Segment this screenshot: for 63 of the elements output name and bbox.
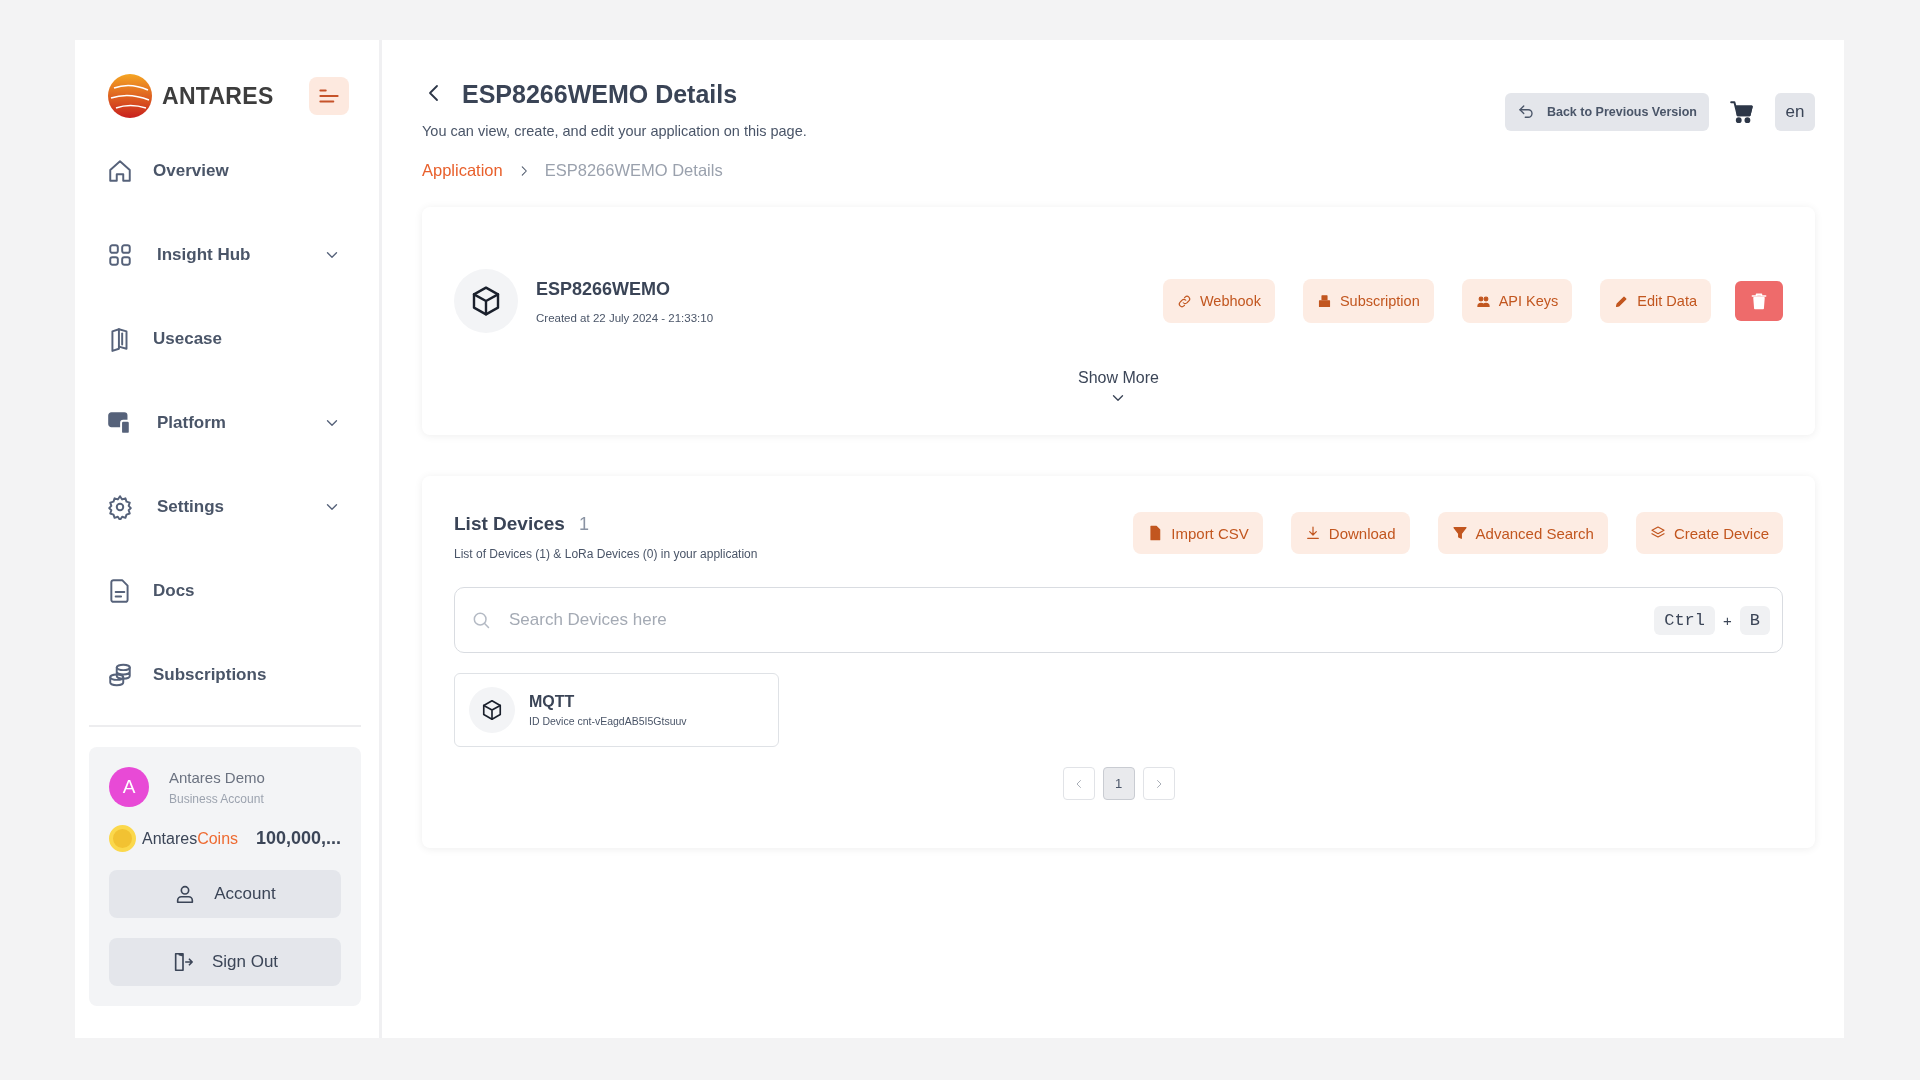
trash-icon xyxy=(1749,291,1769,311)
page-button[interactable]: 1 xyxy=(1102,767,1135,800)
link-icon xyxy=(1176,293,1192,309)
page-subtitle: You can view, create, and edit your application on this page. xyxy=(422,123,807,139)
undo-icon xyxy=(1516,103,1535,121)
search-icon xyxy=(471,610,491,630)
device-id: ID Device cnt-vEagdAB5I5Gtsuuv xyxy=(529,715,687,727)
edit-data-button[interactable]: Edit Data xyxy=(1600,279,1711,323)
breadcrumb-link[interactable]: Application xyxy=(422,161,503,180)
nav-item[interactable]: Insight Hub xyxy=(82,213,361,297)
funnel-icon xyxy=(1451,525,1468,541)
create-device-button[interactable]: Create Device xyxy=(1635,512,1783,554)
application-name: ESP8266WEMO xyxy=(536,278,672,300)
subscription-button[interactable]: Subscription xyxy=(1302,279,1434,323)
menu-button[interactable] xyxy=(309,77,349,115)
search-input[interactable]: Search Devices here xyxy=(507,609,1655,631)
nav-item[interactable]: Overview xyxy=(82,129,361,213)
avatar: A xyxy=(109,767,149,807)
device-count: 1 xyxy=(578,513,589,535)
section-title: List Devices xyxy=(454,513,565,535)
api-keys-button[interactable]: API Keys xyxy=(1461,279,1573,323)
coin-stack-icon xyxy=(107,662,133,688)
language-button[interactable]: en xyxy=(1775,93,1815,131)
nav-item[interactable]: Subscriptions xyxy=(82,633,361,717)
search-field[interactable]: Search Devices here Ctrl + B xyxy=(454,587,1783,653)
home-icon xyxy=(107,158,133,184)
nav-item[interactable]: Platform xyxy=(82,381,361,465)
account-type: Business Account xyxy=(169,791,265,806)
cart-icon xyxy=(1729,99,1755,125)
download-button[interactable]: Download xyxy=(1290,512,1410,554)
advanced-search-button[interactable]: Advanced Search xyxy=(1437,512,1608,554)
keyboard-key: B xyxy=(1739,605,1770,635)
sign-out-button[interactable]: Sign Out xyxy=(109,938,341,986)
coin-icon xyxy=(109,825,136,852)
globe-logo-icon xyxy=(108,74,152,118)
grid-icon xyxy=(107,242,133,268)
device-name: MQTT xyxy=(529,693,576,711)
page-title: ESP8266WEMO Details xyxy=(462,80,738,109)
show-more-button[interactable]: Show More xyxy=(1078,369,1159,407)
coins-label: AntaresCoins xyxy=(142,829,240,848)
nav-item[interactable]: Usecase xyxy=(82,297,361,381)
user-name: Antares Demo xyxy=(169,768,265,786)
coin-amount: 100,000,... xyxy=(255,828,341,849)
nav-item[interactable]: Settings xyxy=(82,465,361,549)
plus-sign: + xyxy=(1723,611,1732,629)
nav-item[interactable]: Docs xyxy=(82,549,361,633)
import-csv-button[interactable]: Import CSV xyxy=(1133,512,1263,554)
account-button[interactable]: Account xyxy=(109,870,341,918)
breadcrumb-current: ESP8266WEMO Details xyxy=(544,161,723,180)
gear-icon xyxy=(107,494,133,520)
keyboard-key: Ctrl xyxy=(1654,605,1716,635)
download-icon xyxy=(1304,525,1321,541)
back-to-previous-version-button[interactable]: Back to Previous Version xyxy=(1504,93,1709,131)
device-card[interactable]: MQTT ID Device cnt-vEagdAB5I5Gtsuuv xyxy=(454,673,779,747)
cart-button[interactable] xyxy=(1729,99,1755,125)
delete-button[interactable] xyxy=(1735,281,1783,321)
cube-icon xyxy=(470,285,502,317)
stack-icon xyxy=(1316,293,1332,309)
webhook-button[interactable]: Webhook xyxy=(1162,279,1275,323)
device-summary: List of Devices (1) & LoRa Devices (0) in your application xyxy=(454,547,758,561)
brand-name: ANTARES xyxy=(162,82,274,110)
cube-icon xyxy=(481,699,503,721)
created-date: Created at 22 July 2024 - 21:33:10 xyxy=(536,311,715,324)
